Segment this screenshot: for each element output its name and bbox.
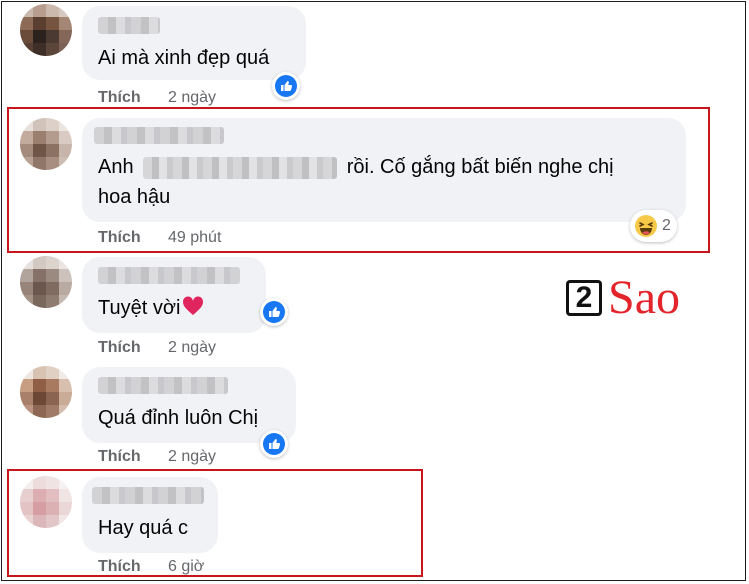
comment-text: Anh rồi. Cố gắng bất biến nghe chị: [98, 151, 614, 183]
like-action-link[interactable]: Thích: [98, 89, 141, 107]
avatar[interactable]: [20, 366, 72, 418]
red-heart-icon: [183, 296, 204, 315]
blurred-author-name[interactable]: [98, 267, 240, 284]
like-icon: [263, 433, 285, 455]
comment-timestamp[interactable]: 6 giờ: [168, 558, 204, 576]
logo-word: Sao: [608, 271, 680, 324]
haha-reaction-badge[interactable]: 2: [630, 210, 677, 242]
like-action-link[interactable]: Thích: [98, 339, 141, 357]
comment-text: Ai mà xinh đẹp quá: [98, 47, 270, 69]
comment-text-content: Tuyệt vời: [98, 297, 181, 319]
comment-timestamp[interactable]: 49 phút: [168, 229, 221, 247]
like-action-link[interactable]: Thích: [98, 229, 141, 247]
like-reaction-badge[interactable]: [260, 298, 288, 326]
blurred-author-name[interactable]: [94, 127, 224, 144]
like-action-link[interactable]: Thích: [98, 448, 141, 466]
comment-text: Hay quá c: [98, 517, 189, 539]
blurred-author-name[interactable]: [98, 17, 160, 34]
avatar[interactable]: [20, 476, 72, 528]
like-reaction-badge[interactable]: [260, 430, 288, 458]
comment-text: Tuyệt vời: [98, 292, 204, 324]
redacted-text: [143, 156, 338, 179]
blurred-author-name[interactable]: [98, 377, 228, 394]
haha-icon: [635, 215, 657, 237]
like-reaction-badge[interactable]: [272, 72, 300, 100]
comment-timestamp[interactable]: 2 ngày: [168, 339, 216, 357]
comment-text-end: rồi. Cố gắng bất biến nghe chị: [346, 156, 614, 178]
comment-text-start: Anh: [98, 156, 134, 178]
like-icon: [263, 301, 285, 323]
blurred-author-name[interactable]: [92, 487, 204, 504]
logo-digit: 2: [566, 280, 602, 316]
like-icon: [275, 75, 297, 97]
comment-text: Quá đỉnh luôn Chị: [98, 407, 259, 429]
avatar[interactable]: [20, 118, 72, 170]
reaction-count: 2: [662, 217, 671, 234]
comment-timestamp[interactable]: 2 ngày: [168, 448, 216, 466]
avatar[interactable]: [20, 4, 72, 56]
comment-text-line2: hoa hậu: [98, 186, 171, 208]
like-action-link[interactable]: Thích: [98, 558, 141, 576]
avatar[interactable]: [20, 256, 72, 308]
comment-timestamp[interactable]: 2 ngày: [168, 89, 216, 107]
